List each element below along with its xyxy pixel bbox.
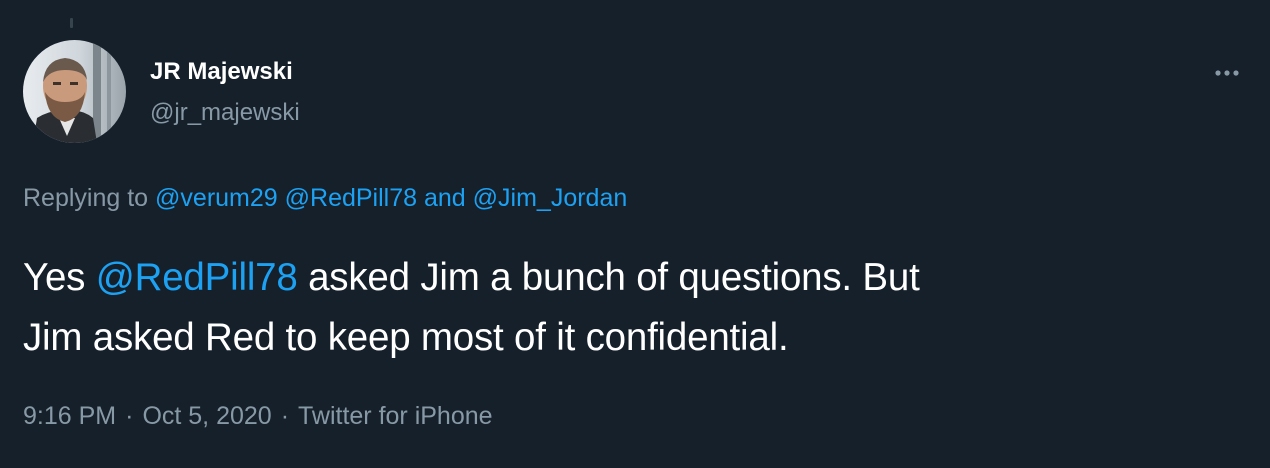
tweet-text: Yes @RedPill78 asked Jim a bunch of ques…: [23, 248, 1223, 368]
reply-and-others[interactable]: and: [424, 184, 466, 212]
tweet-client[interactable]: Twitter for iPhone: [298, 402, 493, 430]
replying-to-label: Replying to: [23, 184, 149, 212]
tweet-date[interactable]: Oct 5, 2020: [142, 402, 271, 430]
more-horizontal-icon: [1215, 70, 1239, 76]
thread-line: [70, 18, 73, 28]
tweet-text-line-2: Jim asked Red to keep most of it confide…: [23, 316, 789, 359]
tweet-time[interactable]: 9:16 PM: [23, 402, 116, 430]
avatar[interactable]: [23, 40, 126, 143]
tweet-mention-redpill78[interactable]: @RedPill78: [96, 256, 298, 299]
reply-mention-verum29[interactable]: @verum29: [155, 184, 278, 212]
author-name[interactable]: JR Majewski: [150, 58, 293, 86]
reply-mention-redpill78[interactable]: @RedPill78: [285, 184, 417, 212]
replying-to-line: Replying to @verum29 @RedPill78 and @Jim…: [23, 184, 627, 213]
avatar-photo: [23, 40, 126, 143]
more-options-button[interactable]: [1210, 56, 1244, 90]
tweet-card: JR Majewski @jr_majewski Replying to @ve…: [0, 0, 1270, 468]
meta-separator: ·: [280, 402, 290, 430]
tweet-text-line-1: Yes @RedPill78 asked Jim a bunch of ques…: [23, 248, 1223, 308]
tweet-text-continue: asked Jim a bunch of questions. But: [308, 256, 920, 299]
reply-mention-jim-jordan[interactable]: @Jim_Jordan: [473, 184, 628, 212]
author-handle[interactable]: @jr_majewski: [150, 99, 300, 127]
tweet-text-start: Yes: [23, 256, 86, 299]
meta-separator: ·: [125, 402, 134, 430]
tweet-meta: 9:16 PM · Oct 5, 2020 · Twitter for iPhone: [23, 402, 493, 431]
